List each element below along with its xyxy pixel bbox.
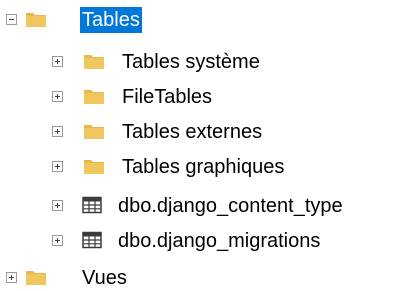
tree-node-views[interactable]: Vues [0, 264, 395, 291]
folder-icon [84, 90, 104, 104]
tree-node-table-django-content-type[interactable]: dbo.django_content_type [0, 192, 395, 220]
expand-toggle[interactable] [52, 56, 63, 67]
expand-toggle[interactable] [52, 161, 63, 172]
tree-node-tables[interactable]: Tables [0, 6, 395, 34]
folder-icon [84, 55, 104, 69]
tree-node-label: Vues [82, 267, 127, 289]
tree-node-label: dbo.django_content_type [118, 195, 343, 217]
tree-node-label: FileTables [122, 86, 213, 108]
tree-node-table-django-migrations[interactable]: dbo.django_migrations [0, 227, 395, 255]
table-icon [82, 196, 102, 214]
expand-toggle[interactable] [52, 235, 63, 246]
object-explorer-tree: Tables Tables système FileTables Tables … [0, 0, 395, 291]
tree-node-label: Tables graphiques [122, 156, 285, 178]
tree-node-system-tables[interactable]: Tables système [0, 48, 395, 76]
tree-node-graph-tables[interactable]: Tables graphiques [0, 153, 395, 181]
expand-toggle[interactable] [52, 126, 63, 137]
folder-icon [84, 125, 104, 139]
tree-node-filetables[interactable]: FileTables [0, 83, 395, 111]
tree-node-external-tables[interactable]: Tables externes [0, 118, 395, 146]
folder-icon [26, 13, 46, 27]
folder-icon [84, 160, 104, 174]
expand-toggle[interactable] [52, 91, 63, 102]
tree-node-label: Tables système [122, 51, 260, 73]
collapse-toggle[interactable] [6, 14, 17, 25]
tree-node-label: Tables externes [122, 121, 263, 143]
tree-node-label: dbo.django_migrations [118, 230, 321, 252]
expand-toggle[interactable] [52, 200, 63, 211]
table-icon [82, 231, 102, 249]
folder-icon [26, 271, 46, 285]
tree-node-label: Tables [80, 7, 142, 33]
expand-toggle[interactable] [6, 272, 17, 283]
